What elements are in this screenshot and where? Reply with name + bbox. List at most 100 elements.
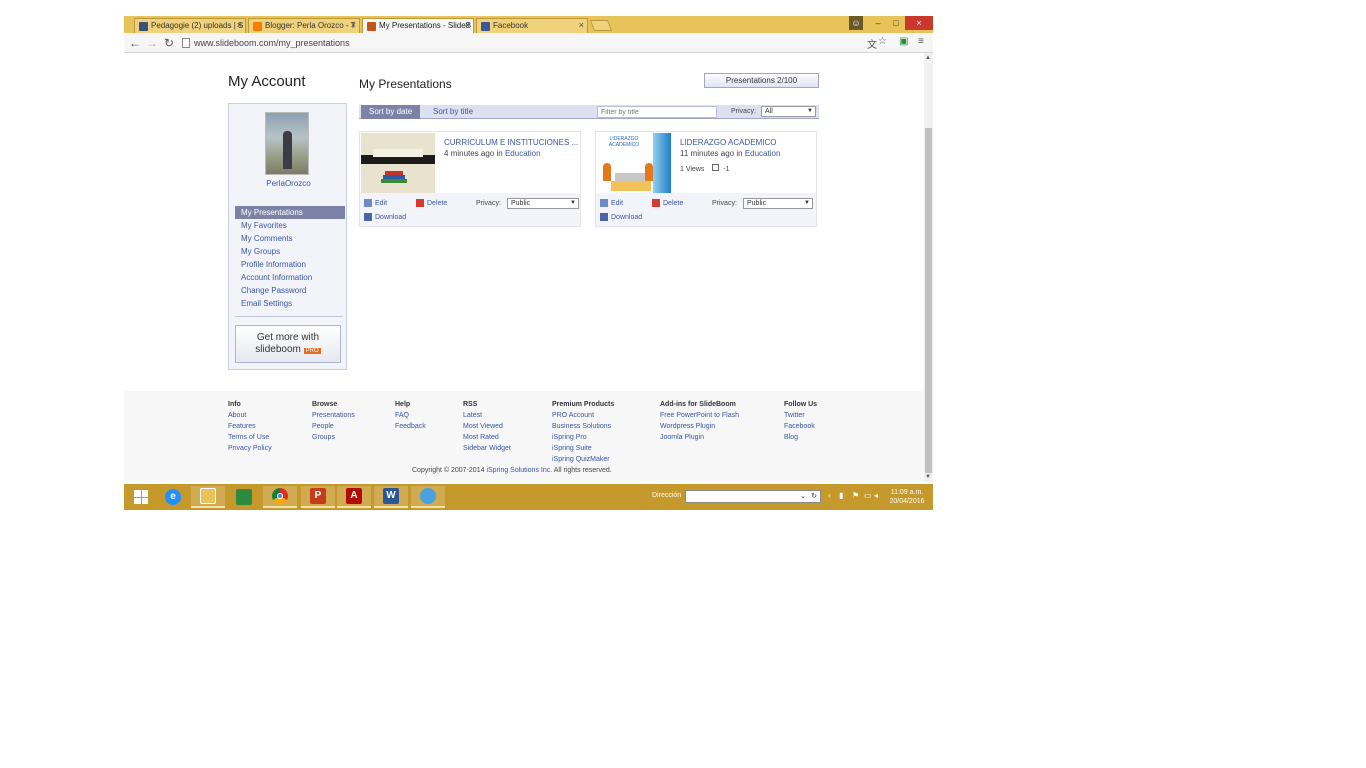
scrollbar-thumb[interactable] xyxy=(925,128,932,473)
sort-by-title-button[interactable]: Sort by title xyxy=(425,105,481,119)
chevron-down-icon[interactable]: ⌄ xyxy=(800,492,806,500)
edit-link[interactable]: Edit xyxy=(600,199,623,208)
sidebar-item-email-settings[interactable]: Email Settings xyxy=(229,297,348,310)
tab-facebook[interactable]: Facebook × xyxy=(476,18,588,33)
delete-link[interactable]: Delete xyxy=(416,199,447,208)
user-profile-icon[interactable]: ☺ xyxy=(849,16,863,30)
bookmark-star-icon[interactable]: ☆ xyxy=(878,36,887,47)
sidebar-item-account-information[interactable]: Account Information xyxy=(229,271,348,284)
battery-icon[interactable]: ▭ xyxy=(864,491,872,500)
presentation-meta: 11 minutes ago in Education xyxy=(680,149,780,158)
footer-link[interactable]: Free PowerPoint to Flash xyxy=(660,410,739,421)
address-toolbar-input[interactable]: ⌄ ↻ xyxy=(685,490,821,503)
username-link[interactable]: PerlaOrozco xyxy=(229,179,348,188)
translate-icon[interactable]: 文 xyxy=(867,36,877,51)
tray-chevron-icon[interactable]: ‹ xyxy=(828,491,831,500)
get-pro-button[interactable]: Get more with slideboom PRO xyxy=(235,325,341,363)
download-link[interactable]: Download xyxy=(364,213,406,222)
taskbar-clock[interactable]: 11:09 a.m. 20/04/2016 xyxy=(884,488,930,506)
footer-link[interactable]: Features xyxy=(228,421,272,432)
footer-link[interactable]: iSpring Suite xyxy=(552,443,614,454)
footer-link[interactable]: Presentations xyxy=(312,410,355,421)
category-link[interactable]: Education xyxy=(505,149,541,158)
privacy-select[interactable]: Public ▼ xyxy=(507,198,579,209)
sidebar-item-my-groups[interactable]: My Groups xyxy=(229,245,348,258)
footer-link[interactable]: Twitter xyxy=(784,410,817,421)
sidebar-item-profile-information[interactable]: Profile Information xyxy=(229,258,348,271)
footer-link[interactable]: Blog xyxy=(784,432,817,443)
avatar[interactable] xyxy=(265,112,309,175)
scroll-down-arrow-icon[interactable]: ▼ xyxy=(925,474,931,480)
tab-pedagogie[interactable]: Pedagogie (2) uploads | S × xyxy=(134,18,246,33)
footer-link[interactable]: FAQ xyxy=(395,410,426,421)
footer-link[interactable]: Sidebar Widget xyxy=(463,443,511,454)
close-tab-icon[interactable]: × xyxy=(579,20,584,30)
footer-link[interactable]: About xyxy=(228,410,272,421)
sort-by-date-button[interactable]: Sort by date xyxy=(361,105,421,119)
taskbar-explorer[interactable] xyxy=(191,486,225,508)
taskbar-chrome[interactable] xyxy=(263,486,297,508)
close-window-button[interactable]: × xyxy=(905,16,933,30)
close-tab-icon[interactable]: × xyxy=(465,20,470,30)
close-tab-icon[interactable]: × xyxy=(351,20,356,30)
company-link[interactable]: iSpring Solutions Inc. xyxy=(486,467,552,474)
taskbar-ie[interactable]: e xyxy=(156,486,190,508)
footer-link[interactable]: iSpring Pro xyxy=(552,432,614,443)
privacy-select[interactable]: Public ▼ xyxy=(743,198,813,209)
new-tab-button[interactable] xyxy=(589,20,613,31)
footer-link[interactable]: Groups xyxy=(312,432,355,443)
footer-link[interactable]: Wordpress Plugin xyxy=(660,421,739,432)
footer-link[interactable]: Latest xyxy=(463,410,511,421)
filter-by-title-input[interactable] xyxy=(597,106,717,118)
volume-icon[interactable]: ◂ xyxy=(874,491,878,500)
footer-link[interactable]: Joomla Plugin xyxy=(660,432,739,443)
footer-link[interactable]: Privacy Policy xyxy=(228,443,272,454)
presentation-thumbnail[interactable] xyxy=(361,133,435,193)
sidebar-item-my-presentations[interactable]: My Presentations xyxy=(235,206,345,219)
taskbar-paint[interactable] xyxy=(411,486,445,508)
footer-column-follow: Follow Us Twitter Facebook Blog xyxy=(784,399,817,443)
taskbar-word[interactable]: W xyxy=(374,486,408,508)
taskbar-store[interactable] xyxy=(227,486,261,508)
tab-blogger[interactable]: Blogger: Perla Orozco - T × xyxy=(248,18,360,33)
footer-link[interactable]: Feedback xyxy=(395,421,426,432)
footer-link[interactable]: PRO Account xyxy=(552,410,614,421)
sidebar-item-change-password[interactable]: Change Password xyxy=(229,284,348,297)
download-link[interactable]: Download xyxy=(600,213,642,222)
taskbar-powerpoint[interactable]: P xyxy=(301,486,335,508)
footer-link[interactable]: Facebook xyxy=(784,421,817,432)
footer-link[interactable]: Terms of Use xyxy=(228,432,272,443)
presentation-thumbnail[interactable]: LIDERAZGO ACADEMICO xyxy=(597,133,671,193)
edit-link[interactable]: Edit xyxy=(364,199,387,208)
address-bar[interactable]: www.slideboom.com/my_presentations xyxy=(182,36,862,50)
reload-icon[interactable]: ↻ xyxy=(164,36,174,50)
taskbar-acrobat[interactable]: A xyxy=(337,486,371,508)
extension-icon[interactable]: ▣ xyxy=(899,36,908,47)
refresh-icon[interactable]: ↻ xyxy=(811,492,817,500)
footer-link[interactable]: iSpring QuizMaker xyxy=(552,454,614,465)
forward-arrow-icon[interactable]: → xyxy=(146,36,158,50)
privacy-filter-select[interactable]: All ▼ xyxy=(761,106,816,117)
delete-link[interactable]: Delete xyxy=(652,199,683,208)
presentation-title-link[interactable]: CURRICULUM E INSTITUCIONES ... xyxy=(444,138,578,147)
scroll-up-arrow-icon[interactable]: ▲ xyxy=(925,55,931,61)
close-tab-icon[interactable]: × xyxy=(237,20,242,30)
sidebar-item-my-comments[interactable]: My Comments xyxy=(229,232,348,245)
network-icon[interactable]: ▮ xyxy=(839,491,843,500)
category-link[interactable]: Education xyxy=(745,149,781,158)
presentation-title-link[interactable]: LIDERAZGO ACADEMICO xyxy=(680,138,776,147)
start-button[interactable] xyxy=(124,486,158,508)
action-center-flag-icon[interactable]: ⚑ xyxy=(852,491,859,500)
sidebar-item-my-favorites[interactable]: My Favorites xyxy=(229,219,348,232)
maximize-button[interactable]: □ xyxy=(887,16,905,30)
minimize-button[interactable]: – xyxy=(869,16,887,30)
footer-link[interactable]: Most Rated xyxy=(463,432,511,443)
footer-link[interactable]: Most Viewed xyxy=(463,421,511,432)
back-arrow-icon[interactable]: ← xyxy=(129,36,141,50)
footer-link[interactable]: Business Solutions xyxy=(552,421,614,432)
tab-my-presentations[interactable]: My Presentations - SlideB × xyxy=(362,18,474,33)
menu-icon[interactable]: ≡ xyxy=(918,36,924,47)
footer-link[interactable]: People xyxy=(312,421,355,432)
page-scrollbar[interactable]: ▲ ▼ xyxy=(924,53,933,482)
presentations-quota-button[interactable]: Presentations 2/100 xyxy=(704,73,819,88)
